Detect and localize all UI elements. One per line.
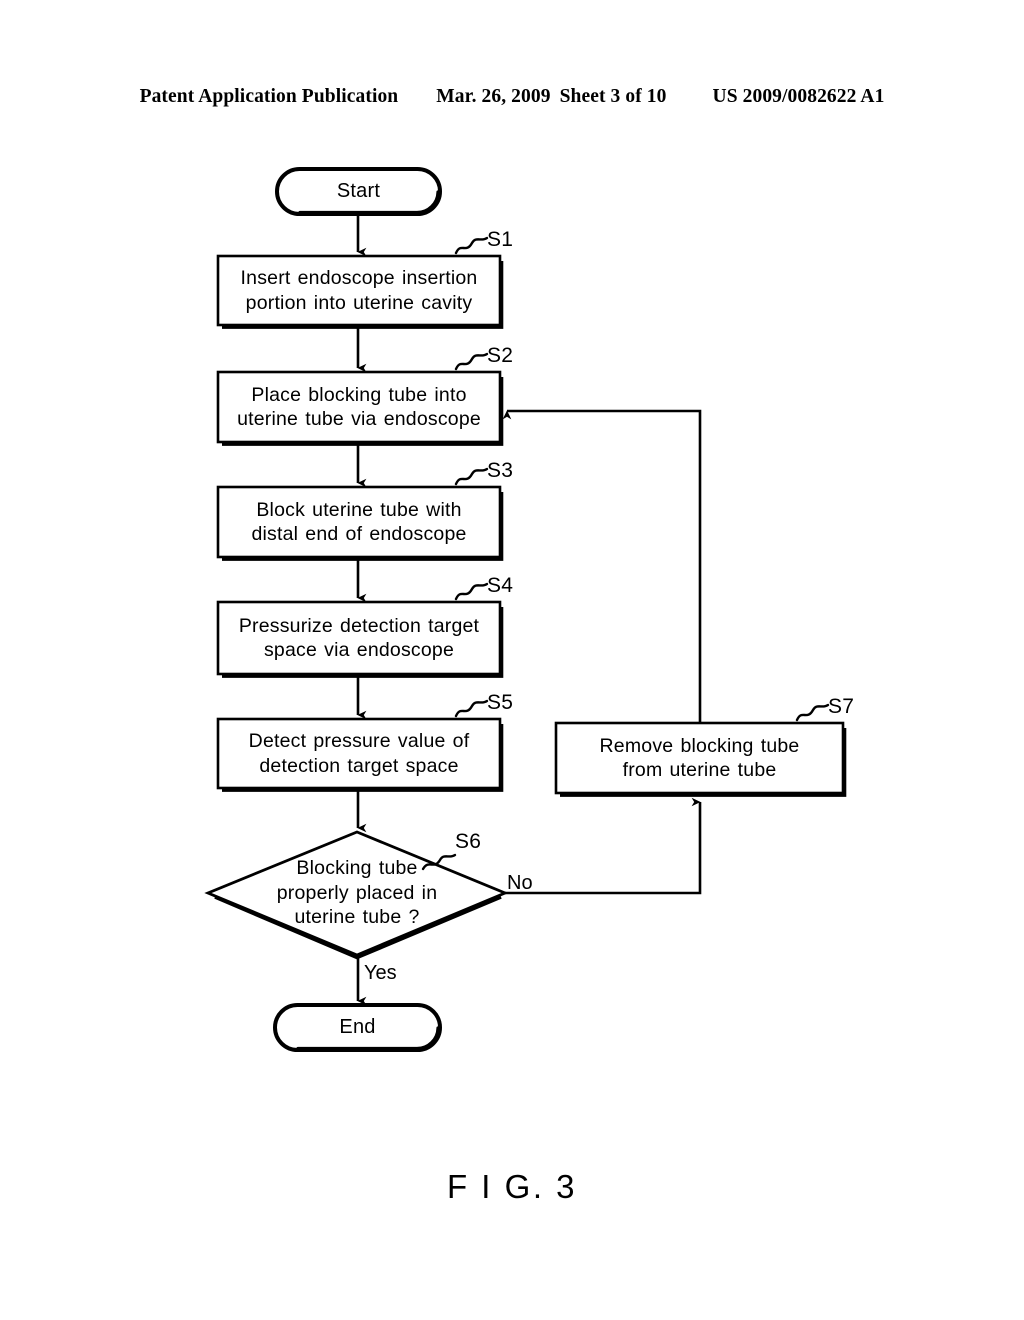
- step-s2-leader: [454, 352, 489, 371]
- step-s3-shape: [216, 485, 502, 559]
- branch-label-yes: Yes: [364, 962, 397, 984]
- end-terminal-shape: [273, 1003, 442, 1052]
- step-s4-leader: [454, 582, 489, 601]
- step-s5-shape: [216, 717, 502, 790]
- step-s4-shape: [216, 600, 502, 676]
- step-s7-shape: [554, 721, 845, 795]
- step-ref-s7: S7: [828, 695, 855, 718]
- step-ref-s6: S6: [455, 830, 482, 853]
- branch-label-no: No: [507, 872, 533, 894]
- step-s3-leader: [454, 467, 489, 486]
- step-s5-leader: [454, 699, 489, 718]
- start-terminal-shape: [275, 167, 442, 216]
- step-s1-shape: [216, 254, 502, 327]
- step-s7-leader: [795, 703, 830, 722]
- flowchart-figure: Start End Insert endoscope insertion por…: [0, 0, 1024, 1320]
- step-s2-shape: [216, 370, 502, 444]
- step-ref-s1: S1: [487, 228, 514, 251]
- connector-s6-no-to-s7: [505, 797, 702, 895]
- connector-s7-to-s2-feedback: [502, 409, 702, 723]
- figure-caption: F I G. 3: [446, 1168, 578, 1205]
- step-ref-s5: S5: [487, 691, 514, 714]
- flowchart-canvas: [204, 167, 847, 1052]
- step-ref-s4: S4: [487, 574, 514, 597]
- step-ref-s2: S2: [487, 344, 514, 367]
- step-s1-leader: [454, 236, 489, 255]
- step-ref-s3: S3: [487, 459, 514, 482]
